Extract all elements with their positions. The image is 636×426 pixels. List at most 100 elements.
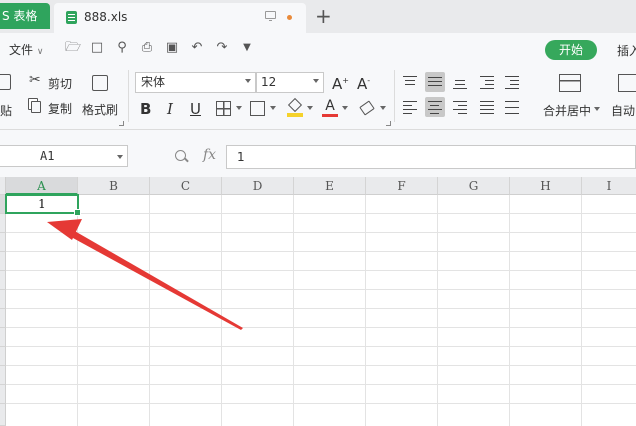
merge-center-button[interactable]: 合并居中: [540, 72, 602, 120]
row-header[interactable]: [0, 309, 6, 328]
unsaved-dot-icon: [287, 15, 292, 20]
gridline: [6, 251, 636, 252]
row-header[interactable]: [0, 347, 6, 366]
row-header[interactable]: [0, 214, 6, 233]
gridline: [6, 346, 636, 347]
start-tab-button[interactable]: 开始: [545, 40, 597, 60]
column-header-h[interactable]: H: [510, 177, 582, 195]
app-tab-spreadsheet[interactable]: S 表格: [0, 3, 50, 29]
column-header-g[interactable]: G: [438, 177, 510, 195]
file-menu[interactable]: 文件 ∨: [9, 41, 43, 58]
row-header[interactable]: [0, 328, 6, 347]
row-header[interactable]: [0, 404, 6, 426]
cell-style-icon[interactable]: [250, 101, 265, 116]
gridline: [6, 308, 636, 309]
gridline: [581, 195, 582, 426]
monitor-icon[interactable]: [265, 11, 276, 21]
chevron-down-icon: [245, 79, 251, 83]
open-folder-icon[interactable]: 🗁: [65, 41, 81, 54]
print-preview-icon[interactable]: ▣: [165, 41, 179, 54]
fx-icon[interactable]: fx: [203, 147, 216, 163]
distributed-align-icon[interactable]: [502, 97, 522, 117]
auto-wrap-label: 自动: [611, 104, 636, 118]
align-center-icon[interactable]: [425, 97, 445, 117]
row-header[interactable]: [0, 290, 6, 309]
gridline: [6, 327, 636, 328]
scissors-icon: ✂: [29, 72, 41, 88]
clipboard-launcher-icon[interactable]: [119, 121, 124, 126]
formula-input[interactable]: 1: [226, 145, 636, 169]
undo-icon[interactable]: ↶: [190, 41, 204, 54]
font-color-icon[interactable]: A: [322, 99, 338, 118]
file-menu-label: 文件: [9, 43, 34, 57]
gridline: [6, 232, 636, 233]
column-header-e[interactable]: E: [294, 177, 366, 195]
column-header-b[interactable]: B: [78, 177, 150, 195]
save-icon[interactable]: □: [90, 41, 104, 54]
gridline: [6, 213, 636, 214]
new-tab-plus-icon[interactable]: +: [315, 4, 332, 28]
document-tab[interactable]: 888.xls: [54, 3, 306, 33]
decrease-font-size-icon[interactable]: A-: [357, 73, 370, 92]
align-bottom-icon[interactable]: [450, 72, 470, 92]
decrease-indent-icon[interactable]: [477, 72, 497, 92]
insert-tab[interactable]: 插入: [617, 42, 636, 59]
justify-icon[interactable]: [477, 97, 497, 117]
print-icon[interactable]: ⎙: [140, 41, 154, 54]
underline-icon[interactable]: U: [190, 101, 201, 117]
find-icon[interactable]: ⚲: [115, 41, 129, 54]
row-header[interactable]: [0, 366, 6, 385]
align-middle-icon[interactable]: [425, 72, 445, 92]
gridline: [293, 195, 294, 426]
align-top-icon[interactable]: [400, 72, 420, 92]
chevron-down-icon[interactable]: [307, 106, 313, 110]
chevron-down-icon[interactable]: [236, 106, 242, 110]
copy-button[interactable]: 复制: [29, 99, 77, 117]
row-header[interactable]: [0, 233, 6, 252]
format-painter-label: 格式刷: [82, 103, 119, 117]
customize-dropdown-icon[interactable]: ▼: [240, 41, 254, 54]
increase-font-size-icon[interactable]: A+: [332, 73, 349, 92]
active-cell-a1[interactable]: 1: [5, 194, 81, 216]
merge-cells-icon: [559, 74, 581, 92]
italic-icon[interactable]: I: [167, 101, 173, 117]
name-box[interactable]: A1: [0, 145, 128, 167]
auto-wrap-button[interactable]: 自动: [610, 72, 636, 120]
chevron-down-icon[interactable]: [342, 106, 348, 110]
cell-reference: A1: [40, 149, 55, 163]
copy-icon: [31, 101, 41, 113]
gridline: [6, 289, 636, 290]
gridline: [221, 195, 222, 426]
align-left-icon[interactable]: [400, 97, 420, 117]
column-header-a[interactable]: A: [6, 177, 78, 195]
paste-button[interactable]: 贴: [0, 72, 18, 120]
gridline: [365, 195, 366, 426]
borders-icon[interactable]: [216, 101, 231, 116]
gridline: [437, 195, 438, 426]
font-launcher-icon[interactable]: [386, 121, 391, 126]
format-painter-button[interactable]: 格式刷: [81, 72, 121, 120]
font-name-select[interactable]: 宋体: [135, 72, 256, 93]
column-header-d[interactable]: D: [222, 177, 294, 195]
arrow-shaft: [62, 226, 243, 330]
chevron-down-icon[interactable]: [270, 106, 276, 110]
increase-indent-icon[interactable]: [502, 72, 522, 92]
column-header-c[interactable]: C: [150, 177, 222, 195]
ribbon-separator: [128, 70, 129, 122]
column-header-f[interactable]: F: [366, 177, 438, 195]
paste-icon: [0, 74, 11, 90]
align-right-icon[interactable]: [450, 97, 470, 117]
fill-color-icon[interactable]: [287, 97, 303, 117]
wps-spreadsheet-window: { "app": {"tab_label": "S 表格"}, "documen…: [0, 0, 636, 426]
redo-icon[interactable]: ↷: [215, 41, 229, 54]
row-header[interactable]: [0, 385, 6, 404]
row-header[interactable]: [0, 271, 6, 290]
formula-content: 1: [237, 150, 245, 164]
bold-icon[interactable]: B: [140, 101, 151, 117]
chevron-down-icon[interactable]: [380, 106, 386, 110]
column-header-i[interactable]: I: [582, 177, 636, 195]
font-size-select[interactable]: 12: [256, 72, 324, 93]
row-header[interactable]: [0, 252, 6, 271]
zoom-icon[interactable]: [175, 150, 186, 161]
cut-button[interactable]: ✂ 剪切: [29, 72, 77, 92]
